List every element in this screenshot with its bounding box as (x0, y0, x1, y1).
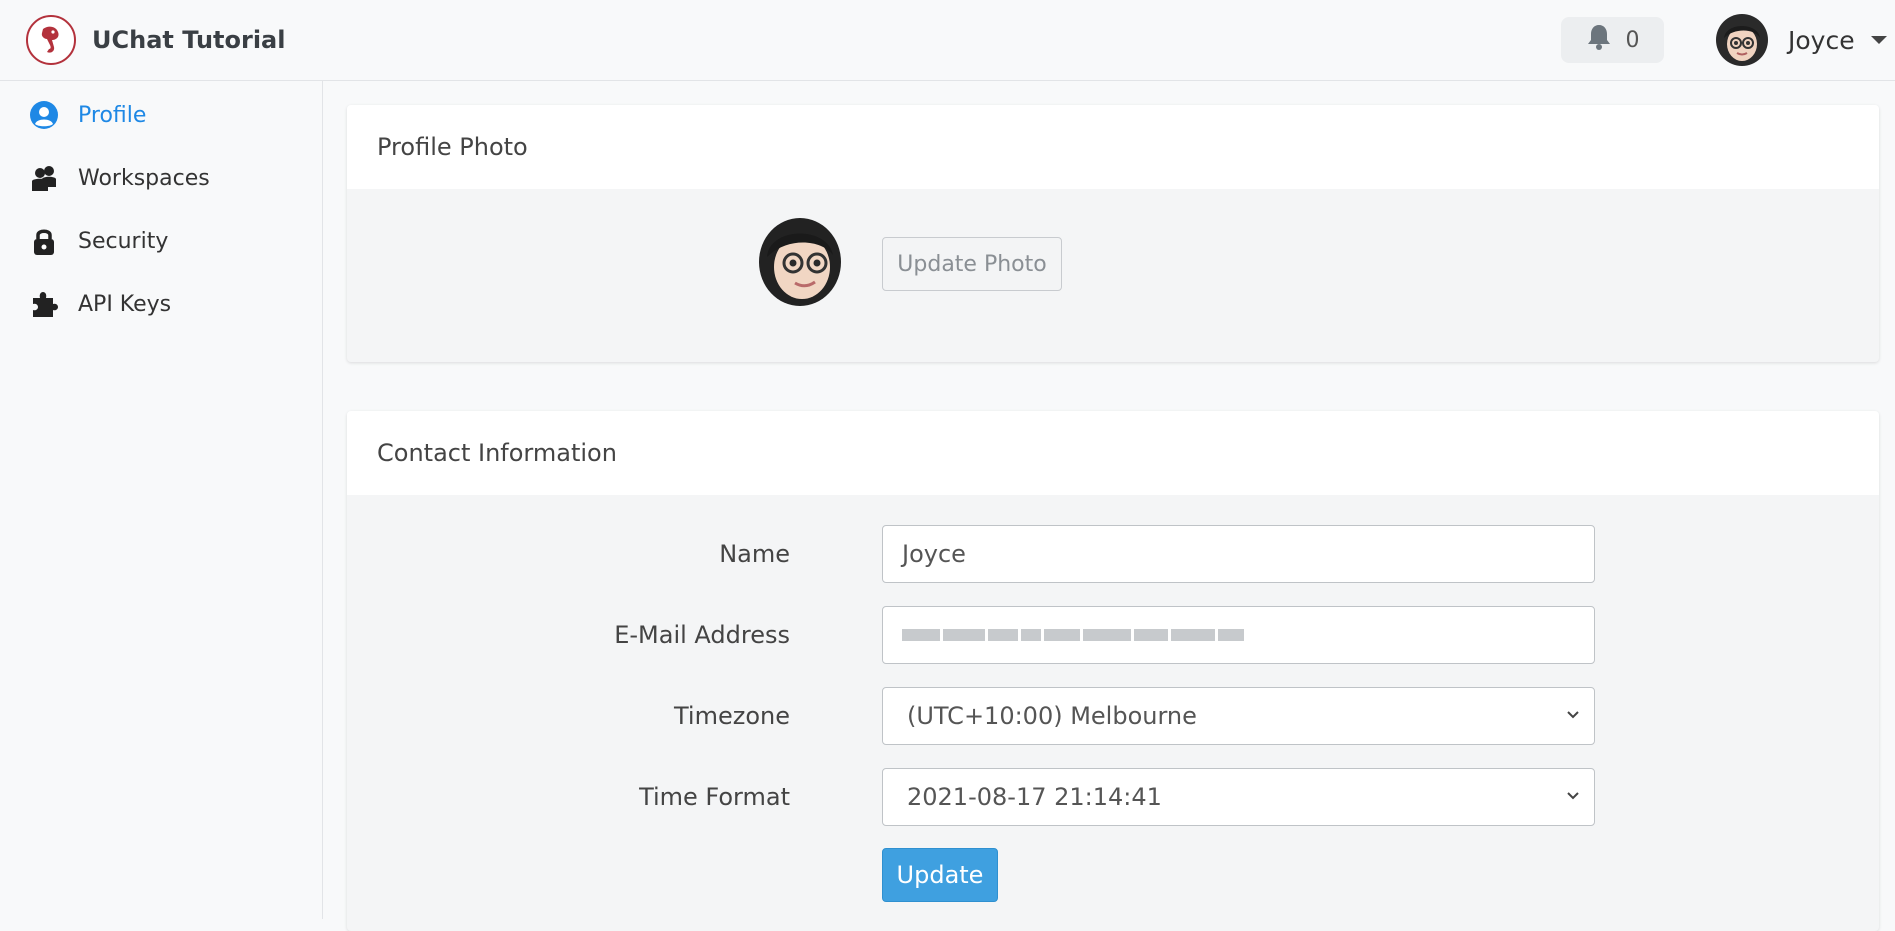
sidebar-item-label: Workspaces (78, 165, 210, 191)
profile-photo-card: Profile Photo Update Photo (347, 105, 1879, 362)
sidebar-item-label: Security (78, 228, 169, 254)
time-format-value: 2021-08-17 21:14:41 (907, 783, 1162, 811)
card-title: Contact Information (347, 411, 1879, 495)
timezone-row: Timezone (UTC+10:00) Melbourne (347, 687, 1879, 745)
timezone-select[interactable]: (UTC+10:00) Melbourne (882, 687, 1595, 745)
name-label: Name (719, 540, 790, 568)
user-name: Joyce (1788, 25, 1855, 55)
sidebar-item-label: Profile (78, 102, 147, 128)
name-field[interactable]: Joyce (882, 525, 1595, 583)
update-photo-button[interactable]: Update Photo (882, 237, 1062, 291)
time-format-row: Time Format 2021-08-17 21:14:41 (347, 768, 1879, 826)
app-title: UChat Tutorial (92, 26, 286, 54)
users-icon (28, 162, 60, 194)
lock-icon (28, 225, 60, 257)
user-menu[interactable]: Joyce (1716, 13, 1887, 67)
email-field[interactable] (882, 606, 1595, 664)
chevron-down-icon (1567, 711, 1579, 719)
avatar (1716, 14, 1768, 66)
contact-information-card: Contact Information Name Joyce E-Mail Ad… (347, 411, 1879, 931)
user-circle-icon (28, 99, 60, 131)
sidebar-item-workspaces[interactable]: Workspaces (28, 158, 210, 198)
update-button[interactable]: Update (882, 848, 998, 902)
time-format-label: Time Format (639, 783, 790, 811)
time-format-select[interactable]: 2021-08-17 21:14:41 (882, 768, 1595, 826)
name-value: Joyce (902, 540, 966, 568)
puzzle-piece-icon (28, 288, 60, 320)
timezone-value: (UTC+10:00) Melbourne (907, 702, 1197, 730)
chevron-down-icon (1567, 792, 1579, 800)
brand-logo-icon (26, 15, 76, 65)
avatar (759, 218, 841, 306)
sidebar-item-api-keys[interactable]: API Keys (28, 284, 171, 324)
notifications-count: 0 (1625, 27, 1640, 53)
sidebar-item-profile[interactable]: Profile (28, 95, 146, 135)
email-value-redacted (902, 629, 1244, 641)
card-title: Profile Photo (347, 105, 1879, 189)
sidebar-item-security[interactable]: Security (28, 221, 168, 261)
top-navbar: UChat Tutorial 0 Joyce (0, 0, 1895, 81)
name-row: Name Joyce (347, 525, 1879, 583)
sidebar: Profile Workspaces Security API Keys (0, 81, 323, 919)
chevron-down-icon (1870, 36, 1887, 44)
notifications-button[interactable]: 0 (1561, 17, 1664, 63)
timezone-label: Timezone (674, 702, 790, 730)
brand[interactable]: UChat Tutorial (26, 15, 285, 65)
email-label: E-Mail Address (614, 621, 790, 649)
bell-icon (1586, 23, 1612, 57)
email-row: E-Mail Address (347, 606, 1879, 664)
sidebar-item-label: API Keys (78, 291, 172, 317)
